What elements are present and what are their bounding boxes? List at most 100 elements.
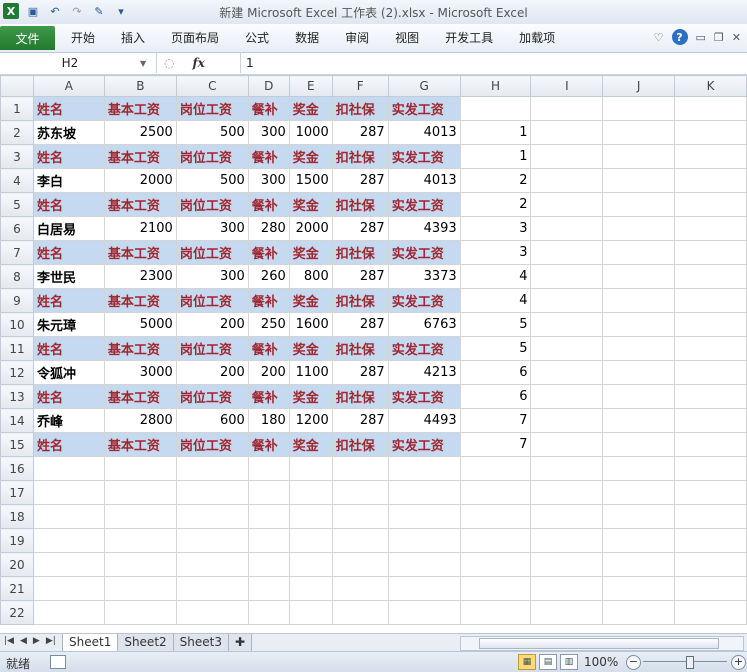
row-header[interactable]: 10 — [0, 312, 34, 337]
column-header[interactable]: A — [32, 75, 105, 97]
row-header[interactable]: 12 — [0, 360, 34, 385]
cell[interactable]: 300 — [175, 264, 249, 289]
close-workbook-icon[interactable]: ✕ — [732, 31, 741, 44]
cell[interactable] — [530, 168, 604, 193]
column-header[interactable]: H — [459, 75, 532, 97]
cell[interactable] — [674, 288, 747, 313]
cell[interactable] — [175, 600, 249, 625]
cell[interactable] — [602, 408, 676, 433]
cell[interactable] — [331, 456, 389, 481]
column-header[interactable]: E — [288, 75, 333, 97]
cell[interactable] — [674, 168, 747, 193]
cell[interactable]: 7 — [459, 432, 532, 457]
cell[interactable]: 4 — [459, 264, 532, 289]
cell[interactable]: 实发工资 — [387, 240, 461, 265]
cell[interactable]: 6 — [459, 360, 532, 385]
cell[interactable] — [674, 432, 747, 457]
column-header[interactable]: G — [387, 75, 461, 97]
cell[interactable] — [331, 528, 389, 553]
cell[interactable] — [674, 552, 747, 577]
row-header[interactable]: 9 — [0, 288, 34, 313]
cell[interactable] — [530, 192, 604, 217]
cell[interactable] — [387, 528, 461, 553]
cell[interactable]: 5000 — [103, 312, 177, 337]
cell[interactable] — [459, 96, 532, 121]
ribbon-tab[interactable]: 插入 — [108, 24, 158, 52]
row-header[interactable]: 19 — [0, 528, 34, 553]
cell[interactable]: 岗位工资 — [175, 96, 249, 121]
column-header[interactable]: K — [674, 75, 747, 97]
row-header[interactable]: 17 — [0, 480, 34, 505]
page-layout-view-icon[interactable]: ▤ — [539, 654, 557, 670]
cell[interactable]: 2500 — [103, 120, 177, 145]
cell[interactable] — [459, 504, 532, 529]
file-tab[interactable]: 文件 — [0, 26, 55, 50]
ribbon-tab[interactable]: 数据 — [282, 24, 332, 52]
cell[interactable] — [331, 576, 389, 601]
cell[interactable]: 奖金 — [288, 240, 333, 265]
cell[interactable]: 300 — [247, 120, 290, 145]
cell[interactable]: 李世民 — [32, 264, 105, 289]
ribbon-tab[interactable]: 审阅 — [332, 24, 382, 52]
cell[interactable]: 5 — [459, 312, 532, 337]
cell[interactable] — [530, 120, 604, 145]
cell[interactable] — [602, 216, 676, 241]
cell[interactable] — [459, 600, 532, 625]
cell[interactable] — [175, 552, 249, 577]
row-header[interactable]: 13 — [0, 384, 34, 409]
cell[interactable] — [247, 480, 290, 505]
row-header[interactable]: 14 — [0, 408, 34, 433]
cell[interactable] — [247, 456, 290, 481]
sheet-tab[interactable]: Sheet2 — [117, 634, 174, 652]
cell[interactable]: 岗位工资 — [175, 144, 249, 169]
cell[interactable]: 287 — [331, 312, 389, 337]
cell[interactable] — [175, 456, 249, 481]
cell[interactable]: 姓名 — [32, 192, 105, 217]
cell[interactable] — [530, 528, 604, 553]
cell[interactable] — [602, 240, 676, 265]
first-sheet-icon[interactable]: |◀ — [4, 636, 14, 646]
cell[interactable]: 实发工资 — [387, 384, 461, 409]
ribbon-tab[interactable]: 加载项 — [506, 24, 568, 52]
cell[interactable] — [530, 480, 604, 505]
zoom-slider-thumb[interactable] — [686, 656, 694, 669]
row-header[interactable]: 4 — [0, 168, 34, 193]
cell[interactable]: 5 — [459, 336, 532, 361]
formula-expand-icon[interactable]: ◌ — [164, 56, 174, 70]
cell[interactable] — [674, 192, 747, 217]
last-sheet-icon[interactable]: ▶| — [46, 636, 56, 646]
cell[interactable] — [530, 432, 604, 457]
cell[interactable] — [674, 312, 747, 337]
cell[interactable]: 扣社保 — [331, 192, 389, 217]
cell[interactable] — [674, 600, 747, 625]
cell[interactable] — [175, 576, 249, 601]
page-break-view-icon[interactable]: ▥ — [560, 654, 578, 670]
cell[interactable] — [530, 240, 604, 265]
cell[interactable]: 300 — [175, 216, 249, 241]
cell[interactable] — [103, 528, 177, 553]
cell[interactable]: 餐补 — [247, 96, 290, 121]
cell[interactable]: 6763 — [387, 312, 461, 337]
cell[interactable] — [602, 312, 676, 337]
cell[interactable]: 餐补 — [247, 288, 290, 313]
cell[interactable] — [530, 360, 604, 385]
macro-record-icon[interactable] — [50, 655, 66, 669]
cell[interactable] — [602, 480, 676, 505]
cell[interactable]: 250 — [247, 312, 290, 337]
cell[interactable] — [602, 360, 676, 385]
row-header[interactable]: 11 — [0, 336, 34, 361]
cell[interactable]: 基本工资 — [103, 384, 177, 409]
cell[interactable]: 基本工资 — [103, 288, 177, 313]
cell[interactable]: 扣社保 — [331, 336, 389, 361]
row-header[interactable]: 5 — [0, 192, 34, 217]
cell[interactable] — [103, 552, 177, 577]
cell[interactable] — [459, 456, 532, 481]
cell[interactable]: 实发工资 — [387, 336, 461, 361]
cell[interactable]: 岗位工资 — [175, 192, 249, 217]
chevron-down-icon[interactable]: ▼ — [140, 59, 146, 68]
row-header[interactable]: 15 — [0, 432, 34, 457]
cell[interactable]: 扣社保 — [331, 288, 389, 313]
cell[interactable]: 餐补 — [247, 144, 290, 169]
cell[interactable] — [331, 552, 389, 577]
zoom-slider[interactable] — [643, 661, 727, 662]
